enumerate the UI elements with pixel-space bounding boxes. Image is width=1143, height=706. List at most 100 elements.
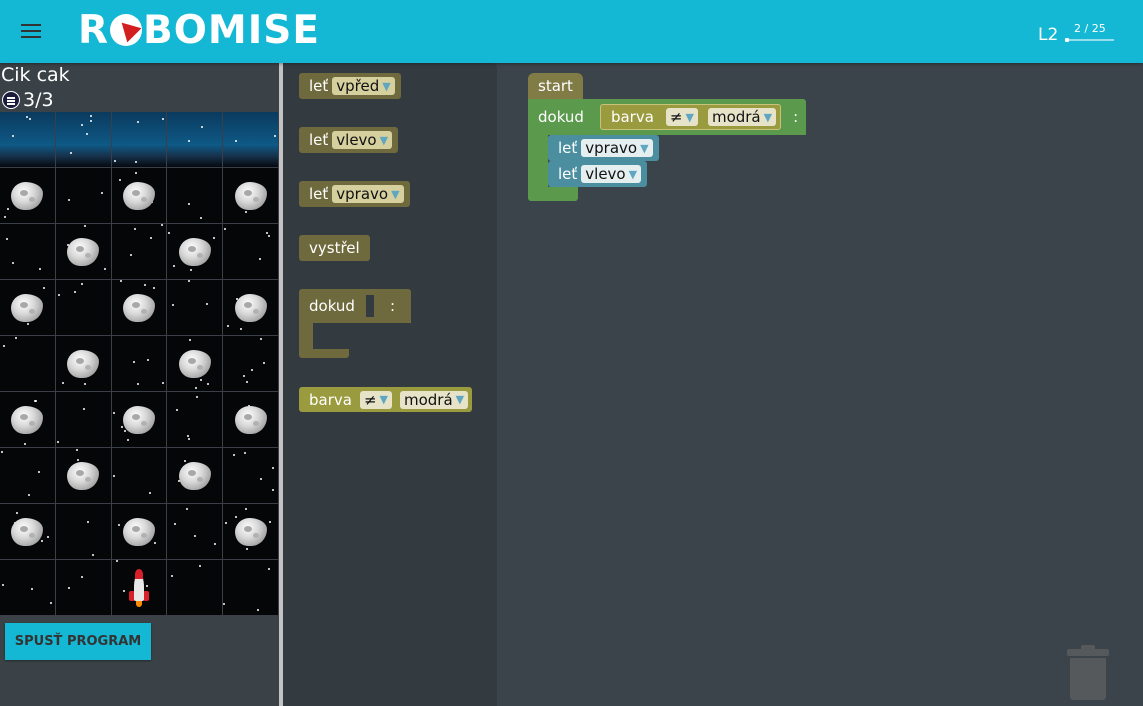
operator-dropdown[interactable]: ≠ ▼ [665,108,698,126]
star [243,375,246,377]
board-cell [55,448,112,504]
block-label: dokud [538,108,584,126]
star [225,522,228,524]
star [176,409,179,411]
board-cell [167,336,224,392]
star [272,489,275,491]
star [161,382,164,384]
star [188,140,191,142]
toolbox-block-color-condition[interactable]: barva ≠ ▼ modrá ▼ [299,387,473,412]
board-cell [0,168,56,224]
asteroid-icon [122,517,155,546]
board-cell [55,224,112,280]
star [86,521,89,523]
star [196,396,199,398]
toolbox-block-fly-right[interactable]: leť vpravo ▼ [299,181,410,207]
color-dropdown[interactable]: modrá ▼ [707,108,777,126]
star [272,467,275,469]
star [201,126,204,128]
board-cell [0,504,56,560]
board-cell [167,560,224,616]
dropdown-arrow-icon: ▼ [379,133,389,147]
condition-slot [359,295,374,317]
dropdown-arrow-icon: ▼ [685,110,694,124]
board-cell [0,336,56,392]
star [195,387,198,389]
direction-dropdown[interactable]: vpravo ▼ [581,139,653,157]
direction-dropdown[interactable]: vlevo ▼ [332,131,393,149]
star [67,587,70,589]
direction-dropdown[interactable]: vpravo ▼ [332,185,404,203]
run-program-button[interactable]: SPUSŤ PROGRAM [5,623,151,660]
star [100,192,103,194]
star [172,304,175,306]
board-cell [0,392,56,448]
star [80,283,83,285]
star [251,369,254,371]
star [240,328,243,330]
board-cell-goal [111,112,168,168]
star [269,521,272,523]
direction-dropdown[interactable]: vlevo ▼ [581,165,642,183]
star [12,262,14,264]
star [188,438,191,440]
toolbox-block-fly-forward[interactable]: leť vpřed ▼ [299,73,401,99]
star [57,294,60,296]
direction-dropdown[interactable]: vpřed ▼ [332,77,395,95]
board-cell [167,448,224,504]
color-dropdown[interactable]: modrá ▼ [400,390,469,409]
star [136,383,139,385]
trash-icon[interactable] [1066,645,1110,701]
star [73,291,76,293]
star [75,449,78,451]
dropdown-value: vlevo [336,131,377,149]
workspace-block-fly-left[interactable]: leť vlevo ▼ [548,161,648,187]
star [26,116,28,118]
star [246,381,249,383]
board-cell [167,392,224,448]
star [235,140,238,142]
star [206,303,209,305]
asteroid-icon [67,237,100,266]
dropdown-arrow-icon: ▼ [640,141,649,155]
asteroid-icon [178,237,211,266]
board-cell [223,168,279,224]
top-bar: R BOMISE L2 2 / 25 [0,0,1143,63]
star [188,203,191,205]
block-label: leť [309,185,329,203]
workspace-condition[interactable]: barva ≠ ▼ modrá ▼ [599,104,782,130]
star [149,237,152,239]
board-cell-goal [223,112,279,168]
operator-dropdown[interactable]: ≠ ▼ [359,390,392,409]
board-cell [111,280,168,336]
star [67,199,70,201]
toolbox-block-fly-left[interactable]: leť vlevo ▼ [299,127,399,153]
star [6,238,8,240]
block-label: vystřel [309,239,360,257]
workspace-while-arm [528,135,548,187]
menu-icon[interactable] [21,24,41,40]
star [50,602,52,604]
star [119,280,122,282]
workspace-block-fly-right[interactable]: leť vpravo ▼ [548,135,659,161]
toolbox-block-shoot[interactable]: vystřel [299,235,370,261]
workspace-block-while[interactable]: dokud barva ≠ ▼ modrá ▼ : [528,99,806,135]
star [24,443,26,445]
board-cell [0,560,56,616]
board-cell [55,392,112,448]
asteroid-icon [67,461,100,490]
board-cell [55,336,112,392]
workspace-block-start[interactable]: start [528,73,583,99]
star [118,179,121,181]
code-workspace[interactable]: start dokud barva ≠ ▼ modrá ▼ : leť vpravo… [497,63,1143,706]
star [161,118,164,120]
star [168,232,171,234]
asteroid-icon [178,349,211,378]
dropdown-arrow-icon: ▼ [391,187,400,201]
star [80,124,83,126]
star [244,452,247,454]
toolbox-block-while[interactable]: dokud : [299,289,411,323]
condition-label: barva [309,390,352,409]
dropdown-arrow-icon: ▼ [628,167,638,181]
star [200,379,203,381]
